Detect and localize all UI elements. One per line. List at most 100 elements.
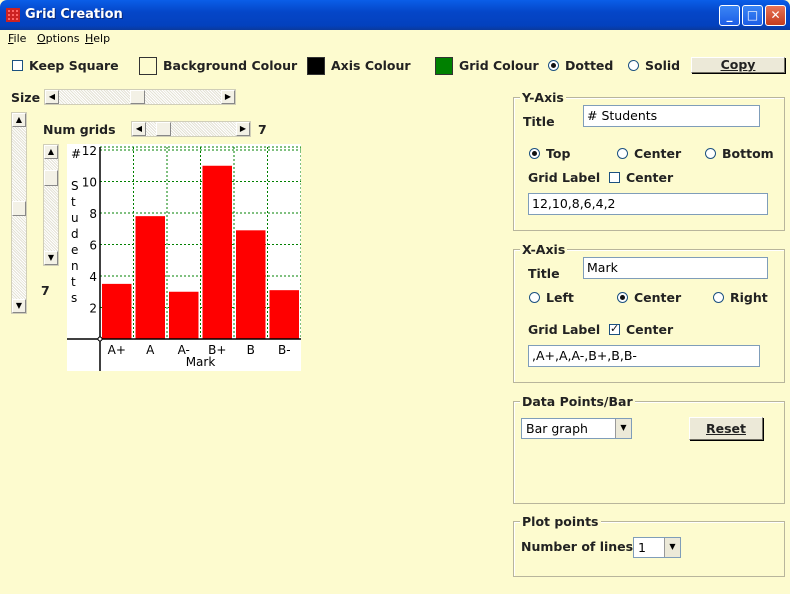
y-tick-label: 2: [89, 302, 97, 316]
chart-scroll-thumb[interactable]: [44, 170, 58, 186]
num-grids-value: 7: [258, 122, 267, 137]
size-scrollbar[interactable]: ◀ ▶: [44, 89, 236, 105]
scroll-right-arrow-icon[interactable]: ▶: [236, 122, 250, 136]
y-axis-legend: Y-Axis: [520, 90, 566, 105]
plot-points-legend: Plot points: [520, 514, 601, 529]
grid-colour-swatch[interactable]: [435, 57, 453, 75]
menu-help[interactable]: Help: [85, 32, 110, 45]
chart-bar: [102, 283, 132, 339]
y-tick-label: 4: [89, 270, 97, 284]
x-center-label: Center: [634, 290, 682, 305]
chart-bar: [269, 290, 299, 339]
vertical-scroll-value: 7: [41, 283, 50, 298]
close-button[interactable]: ✕: [765, 5, 786, 26]
background-colour-swatch[interactable]: [139, 57, 157, 75]
maximize-button[interactable]: □: [742, 5, 763, 26]
y-axis-title-letter: t: [71, 195, 76, 209]
background-colour-label[interactable]: Background Colour: [163, 58, 297, 73]
x-axis-title-input[interactable]: Mark: [583, 257, 768, 279]
x-axis-title-label: Title: [528, 266, 560, 281]
title-bar[interactable]: Grid Creation _ □ ✕: [0, 0, 790, 30]
y-axis-title-letter: n: [71, 259, 79, 273]
vertical-scroll-thumb[interactable]: [12, 201, 26, 216]
y-tick-label: 10: [82, 176, 97, 190]
x-grid-center-checkbox[interactable]: [609, 322, 620, 335]
x-right-radio[interactable]: [713, 292, 724, 303]
x-grid-center-label: Center: [626, 322, 674, 337]
number-of-lines-select[interactable]: 1 ▼: [633, 537, 681, 558]
axis-origin-marker: [97, 336, 103, 342]
y-tick-label: 6: [89, 239, 97, 253]
x-left-radio[interactable]: [529, 292, 540, 303]
y-axis-title-label: Title: [523, 114, 555, 129]
minimize-button[interactable]: _: [719, 5, 740, 26]
scroll-down-arrow-icon[interactable]: ▼: [44, 251, 58, 265]
y-bottom-radio[interactable]: [705, 148, 716, 159]
chevron-down-icon[interactable]: ▼: [664, 538, 680, 557]
menu-file[interactable]: File: [8, 32, 26, 45]
x-tick-label: A+: [108, 343, 126, 357]
y-axis-title-letter: e: [71, 243, 78, 257]
chart-bar: [236, 230, 266, 339]
dotted-radio[interactable]: [548, 60, 559, 71]
copy-button[interactable]: Copy: [691, 57, 785, 73]
data-points-legend: Data Points/Bar: [520, 394, 635, 409]
y-axis-title-input[interactable]: # Students: [583, 105, 760, 127]
x-tick-label: A: [146, 343, 155, 357]
grid-colour-label[interactable]: Grid Colour: [459, 58, 539, 73]
scroll-up-arrow-icon[interactable]: ▲: [12, 113, 26, 127]
menu-bar: [0, 30, 790, 50]
num-grids-label: Num grids: [43, 122, 116, 137]
window-title: Grid Creation: [25, 7, 123, 22]
x-right-label: Right: [730, 290, 768, 305]
keep-square-checkbox[interactable]: [12, 60, 23, 71]
chart-bar: [135, 216, 165, 339]
y-center-label: Center: [634, 146, 682, 161]
y-grid-label: Grid Label: [528, 170, 601, 185]
y-center-radio[interactable]: [617, 148, 628, 159]
x-left-label: Left: [546, 290, 574, 305]
y-axis-title-letter: u: [71, 211, 79, 225]
dotted-label: Dotted: [565, 58, 614, 73]
solid-radio[interactable]: [628, 60, 639, 71]
scroll-down-arrow-icon[interactable]: ▼: [12, 299, 26, 313]
num-grids-thumb[interactable]: [156, 122, 171, 136]
scroll-up-arrow-icon[interactable]: ▲: [44, 145, 58, 159]
x-center-radio[interactable]: [617, 292, 628, 303]
y-axis-labels-input[interactable]: 12,10,8,6,4,2: [528, 193, 768, 215]
reset-button[interactable]: Reset: [689, 417, 763, 440]
chevron-down-icon[interactable]: ▼: [615, 419, 631, 438]
y-axis-title-letter: S: [71, 179, 79, 193]
y-bottom-label: Bottom: [722, 146, 774, 161]
chart-bar: [202, 165, 232, 339]
x-grid-label: Grid Label: [528, 322, 601, 337]
x-axis-labels-input[interactable]: ,A+,A,A-,B+,B,B-: [528, 345, 760, 367]
scroll-left-arrow-icon[interactable]: ◀: [45, 90, 59, 104]
size-scroll-thumb[interactable]: [130, 90, 145, 104]
y-tick-label: 8: [89, 207, 97, 221]
num-grids-scrollbar[interactable]: ◀ ▶: [131, 121, 251, 137]
chart-vertical-scrollbar[interactable]: ▲ ▼: [43, 144, 59, 266]
y-tick-label: 12: [82, 144, 97, 158]
keep-square-label: Keep Square: [29, 58, 119, 73]
y-grid-center-label: Center: [626, 170, 674, 185]
y-axis-title-letter: t: [71, 275, 76, 289]
axis-colour-label[interactable]: Axis Colour: [331, 58, 411, 73]
number-of-lines-value: 1: [638, 540, 646, 555]
y-top-radio[interactable]: [529, 148, 540, 159]
x-tick-label: B: [247, 343, 255, 357]
y-axis-title-letter: s: [71, 291, 77, 305]
axis-colour-swatch[interactable]: [307, 57, 325, 75]
scroll-left-arrow-icon[interactable]: ◀: [132, 122, 146, 136]
menu-options[interactable]: Options: [37, 32, 79, 45]
y-top-label: Top: [546, 146, 571, 161]
vertical-scrollbar[interactable]: ▲ ▼: [11, 112, 27, 314]
graph-type-select[interactable]: Bar graph ▼: [521, 418, 632, 439]
number-of-lines-label: Number of lines: [521, 539, 634, 554]
chart-bar: [169, 291, 199, 339]
solid-label: Solid: [645, 58, 681, 73]
scroll-right-arrow-icon[interactable]: ▶: [221, 90, 235, 104]
app-grid-icon: [6, 8, 20, 22]
y-grid-center-checkbox[interactable]: [609, 172, 620, 183]
bar-chart-svg: 12108642A+ A A- B+ B B-Mark#Students: [67, 144, 302, 371]
